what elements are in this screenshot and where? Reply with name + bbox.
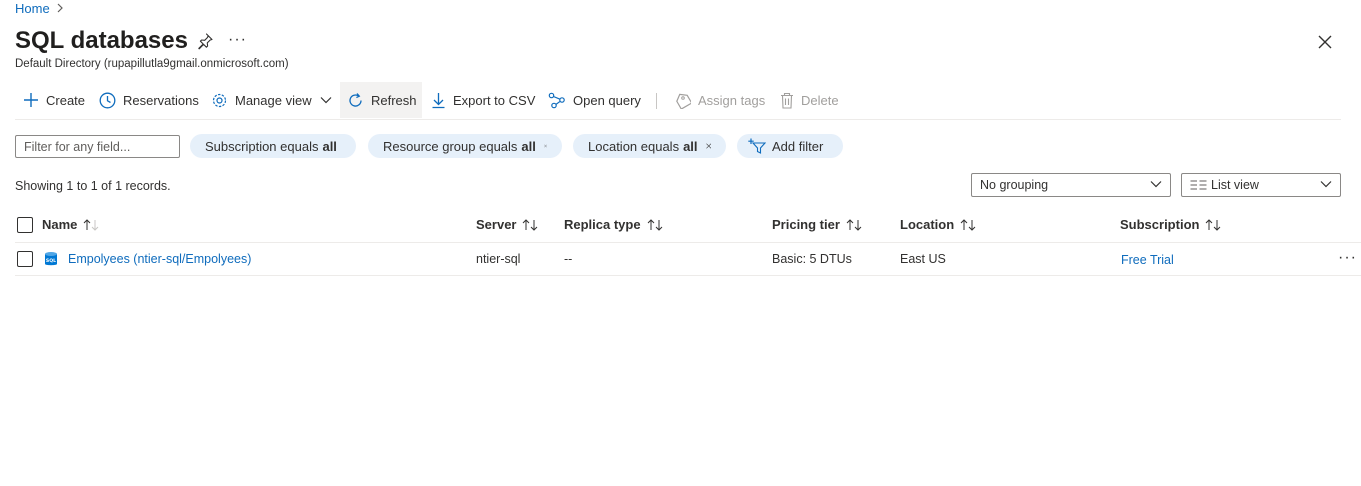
location-filter-value: all (683, 138, 698, 154)
command-bar: Create Reservations Manage view Refresh … (15, 82, 1341, 120)
column-header-location[interactable]: Location (900, 217, 976, 232)
chevron-down-icon (1320, 181, 1332, 188)
chevron-down-icon (320, 97, 332, 104)
sql-databases-page: Home SQL databases ··· Default Directory… (0, 0, 1361, 486)
add-filter-label: Add filter (772, 138, 824, 154)
directory-subtitle: Default Directory (rupapillutla9gmail.on… (15, 58, 289, 70)
refresh-button[interactable]: Refresh (340, 82, 422, 118)
column-header-label: Subscription (1120, 217, 1200, 232)
column-header-pricing-tier[interactable]: Pricing tier (772, 217, 862, 232)
column-header-label: Location (900, 217, 955, 232)
remove-filter-icon[interactable] (544, 140, 547, 152)
delete-label: Delete (801, 92, 839, 108)
open-query-label: Open query (573, 92, 641, 108)
sort-icon (1206, 218, 1221, 231)
query-nodes-icon (548, 92, 565, 108)
plus-icon (24, 93, 38, 107)
records-count: Showing 1 to 1 of 1 records. (15, 179, 171, 193)
page-title: SQL databases (15, 27, 188, 54)
subscription-link[interactable]: Free Trial (1121, 253, 1174, 267)
tag-icon (676, 93, 691, 109)
row-more-options-icon[interactable]: ··· (1338, 249, 1357, 267)
table-row[interactable]: SQL Empolyees (ntier-sql/Empolyees) ntie… (15, 243, 1361, 276)
refresh-label: Refresh (371, 92, 417, 108)
column-header-server[interactable]: Server (476, 217, 538, 232)
sql-database-icon: SQL (45, 252, 57, 266)
add-filter-button[interactable]: Add filter (737, 134, 843, 158)
filter-input[interactable] (15, 135, 180, 158)
download-icon (432, 92, 445, 108)
resource-group-filter-pill[interactable]: Resource group equals all (368, 134, 562, 158)
remove-filter-icon[interactable] (705, 140, 711, 152)
column-header-replica-type[interactable]: Replica type (564, 217, 663, 232)
open-query-button[interactable]: Open query (548, 82, 641, 118)
sort-icon (523, 218, 538, 231)
manage-view-button[interactable]: Manage view (211, 82, 332, 118)
column-header-label: Pricing tier (772, 217, 840, 232)
subscription-filter-value: all (322, 138, 337, 154)
column-header-label: Replica type (564, 217, 641, 232)
manage-view-label: Manage view (235, 92, 312, 108)
view-selected: List view (1211, 178, 1259, 192)
gear-icon (212, 93, 227, 107)
row-location-cell: East US (900, 252, 946, 266)
close-icon[interactable] (1314, 31, 1336, 53)
subscription-filter-pill[interactable]: Subscription equals all (190, 134, 356, 158)
add-filter-icon (748, 138, 766, 154)
reservations-button[interactable]: Reservations (99, 82, 199, 118)
row-subscription-cell: Free Trial (1121, 253, 1174, 267)
column-header-label: Server (476, 217, 517, 232)
toolbar-separator (656, 93, 657, 109)
location-filter-label: Location equals (588, 138, 680, 154)
row-name-cell: Empolyees (ntier-sql/Empolyees) (68, 252, 251, 266)
chevron-right-icon (57, 3, 63, 13)
create-label: Create (46, 92, 86, 108)
clock-icon (99, 92, 116, 108)
location-filter-pill[interactable]: Location equals all (573, 134, 726, 158)
assign-tags-label: Assign tags (698, 92, 766, 108)
export-csv-label: Export to CSV (453, 92, 536, 108)
delete-button[interactable]: Delete (780, 82, 839, 118)
subscription-filter-label: Subscription equals (205, 138, 319, 154)
svg-text:SQL: SQL (46, 258, 56, 264)
export-csv-button[interactable]: Export to CSV (431, 82, 535, 118)
column-header-name[interactable]: Name (42, 217, 99, 232)
assign-tags-button[interactable]: Assign tags (675, 82, 765, 118)
grouping-dropdown[interactable]: No grouping (971, 173, 1171, 197)
sort-icon (960, 218, 976, 231)
breadcrumb: Home (15, 0, 64, 16)
database-name-link[interactable]: Empolyees (ntier-sql/Empolyees) (68, 252, 251, 266)
reservations-label: Reservations (123, 92, 199, 108)
breadcrumb-home-link[interactable]: Home (15, 1, 50, 16)
pin-icon[interactable] (195, 31, 215, 51)
resource-group-filter-value: all (521, 138, 536, 154)
more-options-icon[interactable]: ··· (228, 31, 247, 49)
create-button[interactable]: Create (23, 82, 85, 118)
grouping-selected: No grouping (980, 178, 1049, 192)
row-replica-type-cell: -- (564, 252, 573, 266)
trash-icon (781, 92, 793, 109)
row-server-cell: ntier-sql (476, 252, 521, 266)
select-all-checkbox[interactable] (17, 217, 33, 233)
refresh-icon (349, 92, 362, 107)
table-header: Name Server Replica type Pricing tier Lo… (15, 212, 1361, 243)
column-header-label: Name (42, 217, 78, 232)
chevron-down-icon (1150, 181, 1162, 188)
resource-group-filter-label: Resource group equals (383, 138, 518, 154)
view-dropdown[interactable]: List view (1181, 173, 1341, 197)
row-pricing-tier-cell: Basic: 5 DTUs (772, 252, 852, 266)
sort-icon (647, 218, 662, 231)
row-checkbox[interactable] (17, 251, 33, 267)
sort-icon (846, 218, 862, 231)
column-header-subscription[interactable]: Subscription (1120, 217, 1221, 232)
list-view-icon (1190, 180, 1207, 190)
sort-icon (84, 218, 99, 231)
